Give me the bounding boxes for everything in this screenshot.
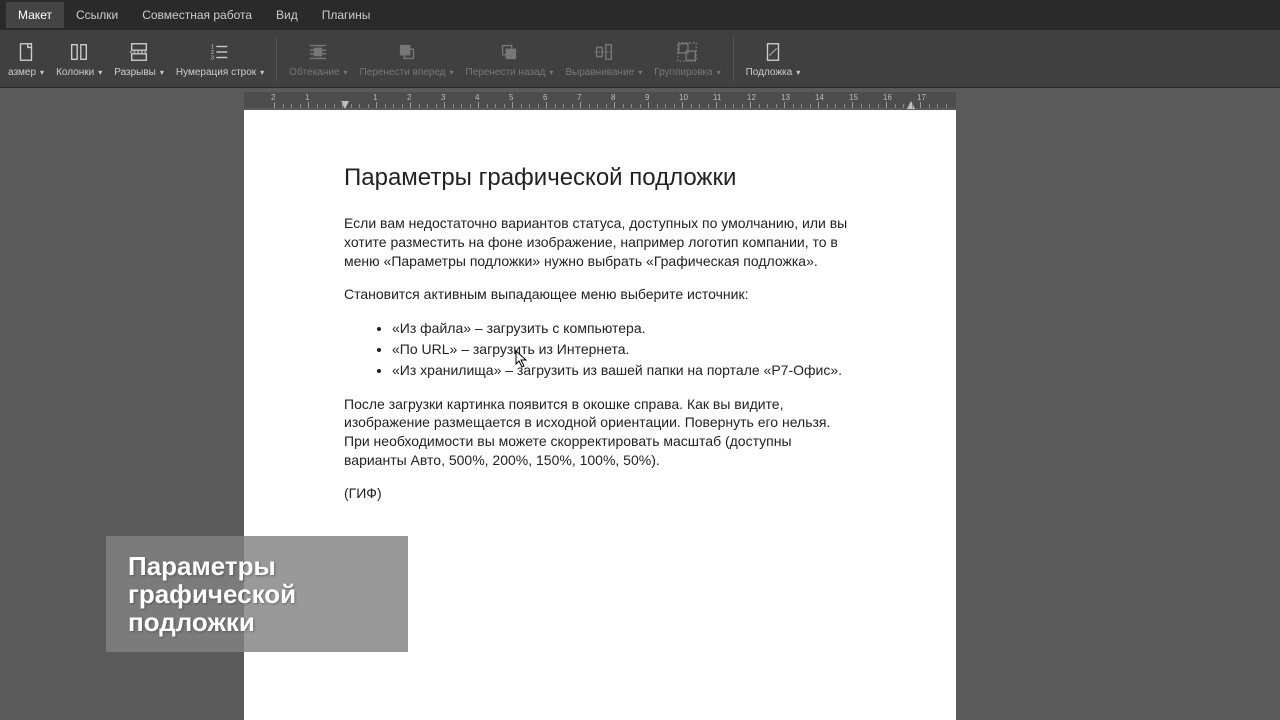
page-size-icon — [14, 40, 38, 64]
chevron-down-icon: ▾ — [450, 68, 454, 77]
breaks-label: Разрывы — [114, 67, 156, 78]
page-heading: Параметры графической подложки — [344, 164, 856, 192]
menu-item-совместная работа[interactable]: Совместная работа — [130, 2, 264, 28]
send-backward-button: Перенести назад▾ — [460, 32, 560, 86]
bullet-list: «Из файла» – загрузить с компьютера.«По … — [392, 318, 856, 381]
align-label: Выравнивание — [565, 67, 634, 78]
menu-item-вид[interactable]: Вид — [264, 2, 310, 28]
svg-text:3: 3 — [211, 55, 214, 61]
layout-toolbar: азмер ▾ Колонки ▾ Разрывы ▾ 123 Нумерация с… — [0, 30, 1280, 88]
wrap-icon — [306, 40, 330, 64]
paragraph: (ГИФ) — [344, 484, 856, 503]
line-numbers-label: Нумерация строк — [176, 67, 256, 78]
chevron-down-icon: ▾ — [98, 68, 102, 77]
horizontal-ruler[interactable]: 211234567891011121314151617 — [244, 92, 956, 108]
columns-button[interactable]: Колонки ▾ — [50, 32, 108, 86]
menu-item-макет[interactable]: Макет — [6, 2, 64, 28]
bring-forward-icon — [395, 40, 419, 64]
watermark-icon — [761, 40, 785, 64]
watermark-button[interactable]: Подложка▾ — [740, 32, 807, 86]
send-backward-icon — [497, 40, 521, 64]
align-button: Выравнивание ▾ — [559, 32, 648, 86]
send-backward-label: Перенести назад — [466, 67, 546, 78]
paragraph: Если вам недостаточно вариантов статуса,… — [344, 214, 856, 271]
bring-forward-label: Перенести вперед — [360, 67, 446, 78]
breaks-button[interactable]: Разрывы ▾ — [108, 32, 170, 86]
page-size-label: азмер — [8, 67, 36, 78]
align-icon — [592, 40, 616, 64]
toolbar-separator — [733, 37, 734, 81]
chevron-down-icon: ▾ — [40, 68, 44, 77]
chevron-down-icon: ▾ — [717, 68, 721, 77]
wrap-label: Обтекание — [289, 67, 339, 78]
menubar: МакетСсылкиСовместная работаВидПлагины — [0, 0, 1280, 30]
group-icon — [675, 40, 699, 64]
toolbar-separator — [276, 37, 277, 81]
paragraph: После загрузки картинка появится в окошк… — [344, 395, 856, 471]
watermark-label: Подложка — [746, 67, 793, 78]
chevron-down-icon: ▾ — [344, 68, 348, 77]
caption-overlay: Параметры графической подложки — [106, 536, 408, 652]
page-size-button[interactable]: азмер ▾ — [2, 32, 50, 86]
breaks-icon — [127, 40, 151, 64]
list-item: «По URL» – загрузить из Интернета. — [392, 339, 856, 360]
bring-forward-button: Перенести вперед ▾ — [354, 32, 460, 86]
columns-label: Колонки — [56, 67, 94, 78]
chevron-down-icon: ▾ — [796, 68, 800, 77]
caption-text: Параметры графической подложки — [128, 552, 386, 636]
group-label: Группировка — [654, 67, 712, 78]
menu-item-ссылки[interactable]: Ссылки — [64, 2, 130, 28]
paragraph: Становится активным выпадающее меню выбе… — [344, 285, 856, 304]
line-numbers-button[interactable]: 123 Нумерация строк ▾ — [170, 32, 270, 86]
columns-icon — [67, 40, 91, 64]
menu-item-плагины[interactable]: Плагины — [310, 2, 383, 28]
chevron-down-icon: ▾ — [549, 68, 553, 77]
group-button: Группировка ▾ — [648, 32, 726, 86]
chevron-down-icon: ▾ — [160, 68, 164, 77]
list-item: «Из файла» – загрузить с компьютера. — [392, 318, 856, 339]
wrap-button: Обтекание ▾ — [283, 32, 353, 86]
chevron-down-icon: ▾ — [260, 68, 264, 77]
list-item: «Из хранилища» – загрузить из вашей папк… — [392, 360, 856, 381]
line-numbers-icon: 123 — [208, 40, 232, 64]
chevron-down-icon: ▾ — [638, 68, 642, 77]
